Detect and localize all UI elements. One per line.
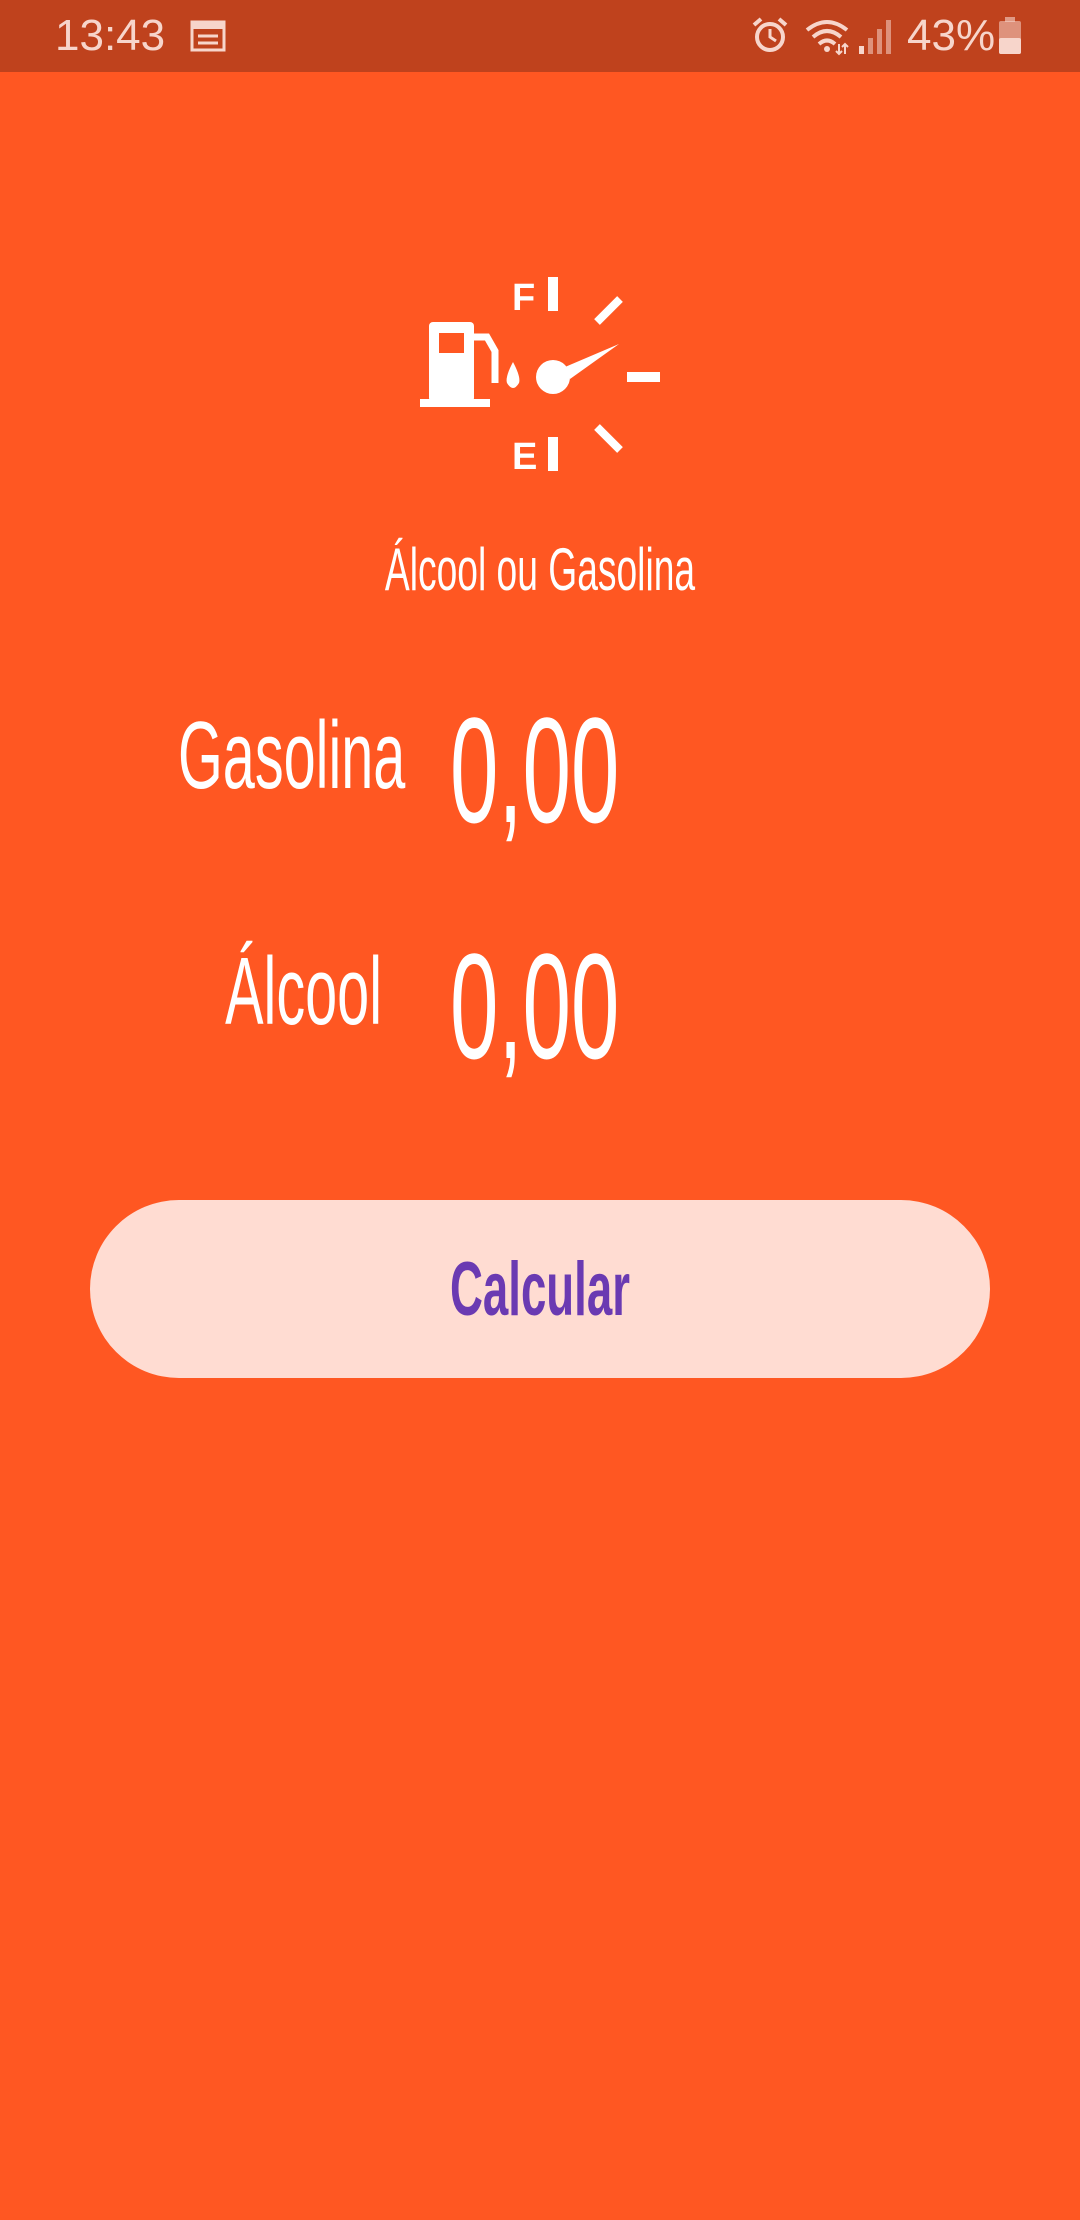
main-screen: F E Álcool ou Gasolina Gasolina Álcool C… bbox=[0, 72, 1080, 2220]
signal-icon bbox=[859, 20, 891, 54]
status-bar: 13:43 43% bbox=[0, 0, 1080, 72]
alcool-input[interactable] bbox=[450, 920, 694, 1093]
status-time: 13:43 bbox=[55, 11, 166, 60]
gasolina-input[interactable] bbox=[450, 684, 694, 857]
wifi-icon bbox=[805, 20, 849, 56]
calcular-button[interactable]: Calcular bbox=[90, 1200, 990, 1378]
battery-percent: 43% bbox=[907, 11, 996, 60]
alcool-label: Álcool bbox=[225, 938, 382, 1045]
svg-text:F: F bbox=[512, 277, 535, 319]
svg-text:E: E bbox=[512, 436, 537, 477]
fuel-gauge-icon: F E bbox=[420, 277, 660, 477]
battery-icon bbox=[999, 17, 1021, 54]
calcular-button-label: Calcular bbox=[450, 1246, 630, 1332]
calendar-icon bbox=[190, 20, 226, 52]
app-title: Álcool ou Gasolina bbox=[384, 536, 696, 603]
gasolina-label: Gasolina bbox=[177, 702, 406, 809]
alarm-icon bbox=[752, 17, 788, 52]
